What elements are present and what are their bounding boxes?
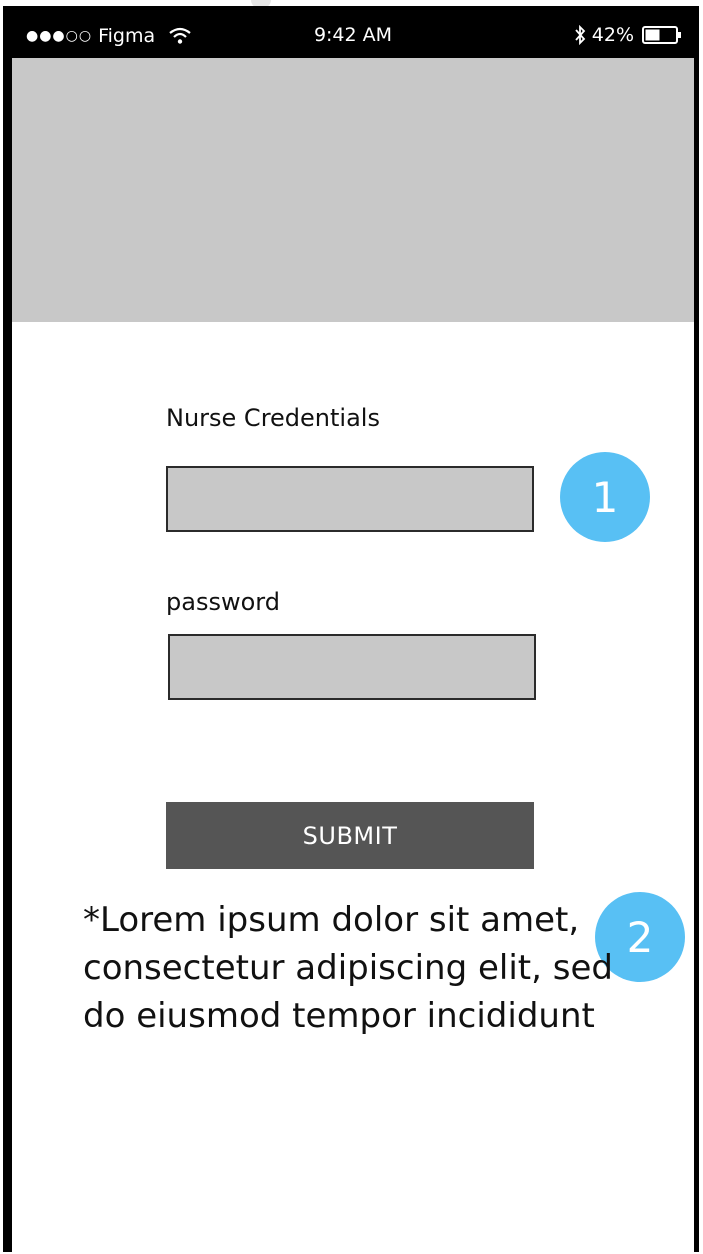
- annotation-badge-1: 1: [560, 452, 650, 542]
- credentials-input[interactable]: [166, 466, 534, 532]
- submit-button[interactable]: SUBMIT: [166, 802, 534, 869]
- status-right: 42%: [574, 24, 682, 46]
- password-input[interactable]: [168, 634, 536, 700]
- status-bar: ●●●○○ Figma 9:42 AM 42%: [12, 13, 694, 58]
- battery-percent: 42%: [591, 24, 634, 46]
- disclaimer-note: *Lorem ipsum dolor sit amet, consectetur…: [83, 900, 613, 1036]
- password-label: password: [166, 588, 280, 616]
- credentials-label: Nurse Credentials: [166, 404, 380, 432]
- bluetooth-icon: [575, 25, 586, 45]
- hero-image-placeholder: [12, 58, 694, 322]
- battery-icon: [642, 26, 681, 44]
